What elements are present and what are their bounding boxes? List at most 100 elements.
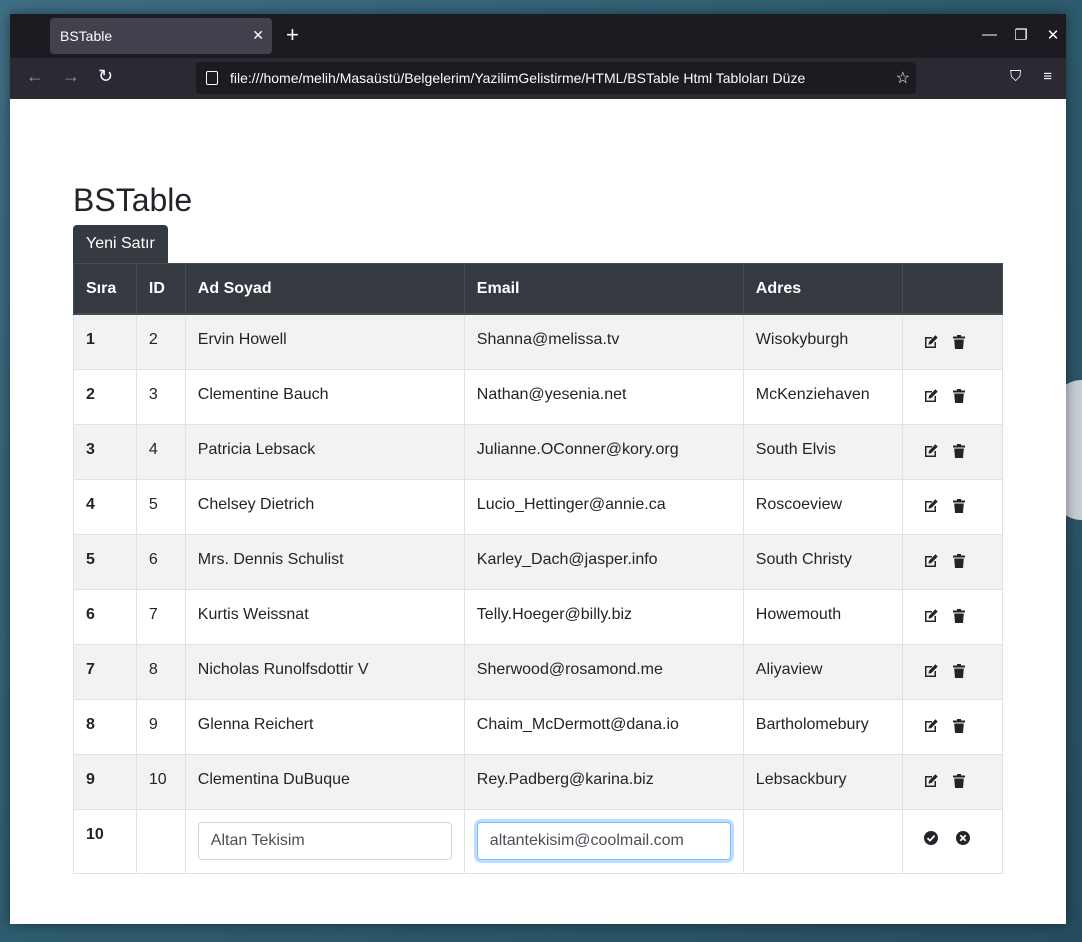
edit-icon[interactable] <box>923 334 939 350</box>
url-text[interactable]: file:///home/melih/Masaüstü/Belgelerim/Y… <box>230 70 886 86</box>
cell-id: 4 <box>135 423 186 480</box>
row-actions <box>901 423 1004 480</box>
edit-row-address <box>742 808 903 874</box>
edit-row: 10 <box>73 808 1004 874</box>
new-tab-icon[interactable]: + <box>286 23 299 47</box>
cell-address: Roscoeview <box>742 478 903 535</box>
cell-sira: 7 <box>73 643 137 700</box>
delete-icon[interactable] <box>951 663 967 679</box>
row-actions <box>901 643 1004 700</box>
cell-email: Lucio_Hettinger@annie.ca <box>463 478 744 535</box>
cell-address: Bartholomebury <box>742 698 903 755</box>
delete-icon[interactable] <box>951 443 967 459</box>
restore-icon[interactable]: ❐ <box>1014 26 1028 44</box>
edit-row-id <box>135 808 186 874</box>
confirm-icon[interactable] <box>923 830 939 846</box>
email-input[interactable] <box>476 821 731 860</box>
new-row-button[interactable]: Yeni Satır <box>73 225 168 263</box>
edit-row-email-cell <box>463 808 744 874</box>
cancel-icon[interactable] <box>955 830 971 846</box>
browser-window: BSTable ✕ + — ❐ ✕ ← → ↻ file:///home/mel… <box>10 14 1066 924</box>
window-controls: — ❐ ✕ <box>982 26 1060 44</box>
cell-address: South Elvis <box>742 423 903 480</box>
cell-email: Julianne.OConner@kory.org <box>463 423 744 480</box>
header-name: Ad Soyad <box>184 263 465 315</box>
delete-icon[interactable] <box>951 718 967 734</box>
edit-icon[interactable] <box>923 388 939 404</box>
row-actions <box>901 698 1004 755</box>
edit-icon[interactable] <box>923 773 939 789</box>
navigation-bar: ← → ↻ file:///home/melih/Masaüstü/Belgel… <box>10 58 1066 99</box>
close-tab-icon[interactable]: ✕ <box>252 27 264 44</box>
edit-icon[interactable] <box>923 443 939 459</box>
cell-name: Clementine Bauch <box>184 368 465 425</box>
bookmark-star-icon[interactable]: ☆ <box>896 68 910 88</box>
row-actions <box>901 588 1004 645</box>
close-window-icon[interactable]: ✕ <box>1046 26 1060 44</box>
delete-icon[interactable] <box>951 334 967 350</box>
cell-id: 6 <box>135 533 186 590</box>
cell-email: Karley_Dach@jasper.info <box>463 533 744 590</box>
tab-bstable[interactable]: BSTable ✕ <box>50 18 272 54</box>
cell-email: Sherwood@rosamond.me <box>463 643 744 700</box>
table-row: 6 7 Kurtis Weissnat Telly.Hoeger@billy.biz H… <box>73 588 1004 645</box>
delete-icon[interactable] <box>951 773 967 789</box>
delete-icon[interactable] <box>951 388 967 404</box>
row-actions <box>901 533 1004 590</box>
cell-id: 7 <box>135 588 186 645</box>
delete-icon[interactable] <box>951 553 967 569</box>
table-header-row: Sıra ID Ad Soyad Email Adres <box>73 263 1004 315</box>
cell-address: Wisokyburgh <box>742 313 903 370</box>
edit-icon[interactable] <box>923 718 939 734</box>
header-address: Adres <box>742 263 903 315</box>
header-id: ID <box>135 263 186 315</box>
edit-row-name-cell <box>184 808 465 874</box>
table-row: 7 8 Nicholas Runolfsdottir V Sherwood@rosam… <box>73 643 1004 700</box>
cell-sira: 9 <box>73 753 137 810</box>
cell-id: 5 <box>135 478 186 535</box>
row-actions <box>901 478 1004 535</box>
cell-id: 8 <box>135 643 186 700</box>
cell-sira: 6 <box>73 588 137 645</box>
pocket-icon[interactable]: ⛉ <box>1010 68 1021 85</box>
table-row: 3 4 Patricia Lebsack Julianne.OConner@kory.… <box>73 423 1004 480</box>
header-sira: Sıra <box>73 263 137 315</box>
forward-icon[interactable]: → <box>62 66 80 87</box>
table-row: 5 6 Mrs. Dennis Schulist Karley_Dach@jasper… <box>73 533 1004 590</box>
table-row: 1 2 Ervin Howell Shanna@melissa.tv Wisokybur… <box>73 313 1004 370</box>
cell-address: Aliyaview <box>742 643 903 700</box>
cell-name: Chelsey Dietrich <box>184 478 465 535</box>
tab-bar: BSTable ✕ + — ❐ ✕ <box>10 14 1066 58</box>
name-input[interactable] <box>197 821 452 860</box>
delete-icon[interactable] <box>951 608 967 624</box>
minimize-icon[interactable]: — <box>982 26 997 44</box>
cell-id: 3 <box>135 368 186 425</box>
cell-id: 10 <box>135 753 186 810</box>
file-icon <box>206 71 218 85</box>
url-bar[interactable]: file:///home/melih/Masaüstü/Belgelerim/Y… <box>196 62 916 94</box>
cell-id: 9 <box>135 698 186 755</box>
cell-name: Clementina DuBuque <box>184 753 465 810</box>
row-actions <box>901 313 1004 370</box>
reload-icon[interactable]: ↻ <box>98 66 113 87</box>
header-actions <box>901 263 1004 315</box>
cell-name: Kurtis Weissnat <box>184 588 465 645</box>
back-icon[interactable]: ← <box>26 66 44 87</box>
cell-email: Chaim_McDermott@dana.io <box>463 698 744 755</box>
cell-email: Rey.Padberg@karina.biz <box>463 753 744 810</box>
edit-icon[interactable] <box>923 553 939 569</box>
edit-icon[interactable] <box>923 663 939 679</box>
delete-icon[interactable] <box>951 498 967 514</box>
edit-icon[interactable] <box>923 498 939 514</box>
header-email: Email <box>463 263 744 315</box>
cell-email: Shanna@melissa.tv <box>463 313 744 370</box>
cell-address: Howemouth <box>742 588 903 645</box>
cell-address: South Christy <box>742 533 903 590</box>
cell-sira: 8 <box>73 698 137 755</box>
edit-icon[interactable] <box>923 608 939 624</box>
edit-row-sira: 10 <box>73 808 137 874</box>
cell-id: 2 <box>135 313 186 370</box>
cell-sira: 4 <box>73 478 137 535</box>
menu-icon[interactable]: ≡ <box>1043 68 1052 85</box>
tab-title: BSTable <box>60 28 113 44</box>
